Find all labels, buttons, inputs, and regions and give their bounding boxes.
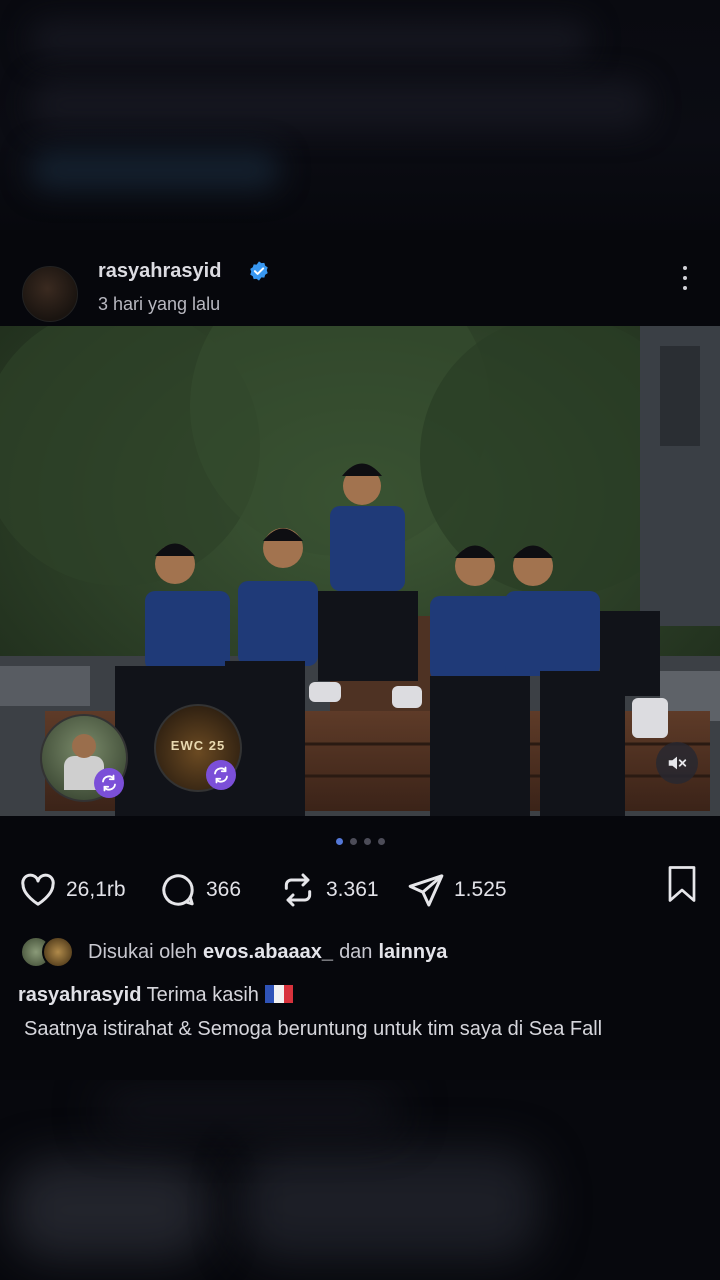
share-icon <box>408 874 444 907</box>
repost-icon <box>284 873 312 907</box>
share-count: 1.525 <box>454 878 507 901</box>
action-bar: 26,1rb 366 3.361 1.525 <box>0 864 720 920</box>
mute-icon[interactable] <box>656 742 698 784</box>
liked-by-others[interactable]: lainnya <box>378 941 447 964</box>
comment-count: 366 <box>206 878 242 901</box>
repost-count: 3.361 <box>326 878 379 901</box>
repost-badge-icon <box>206 760 236 790</box>
liked-by-user[interactable]: evos.abaaax_ <box>203 941 333 964</box>
carousel-indicator <box>0 838 720 852</box>
carousel-dot <box>363 838 371 845</box>
caption-username[interactable]: rasyahrasyid <box>18 984 141 1006</box>
blurred-background-top <box>0 0 720 230</box>
comment-icon <box>162 874 194 906</box>
carousel-dot-active <box>335 838 343 845</box>
france-flag-icon <box>264 980 293 1003</box>
bookmark-icon[interactable] <box>664 864 700 904</box>
more-icon[interactable] <box>676 266 694 300</box>
verified-icon <box>250 261 268 281</box>
post-caption: rasyahrasyid Terima kasih Saatnya istira… <box>18 978 698 1046</box>
caption-line2: Saatnya istirahat & Semoga beruntung unt… <box>24 1018 603 1040</box>
liker-avatar <box>42 936 74 968</box>
caption-line1: Terima kasih <box>146 984 259 1006</box>
like-count: 26,1rb <box>66 878 126 901</box>
post-header: rasyahrasyid 3 hari yang lalu <box>0 248 720 324</box>
repost-button[interactable]: 3.361 <box>278 870 379 910</box>
carousel-dot <box>349 838 357 845</box>
avatar[interactable] <box>22 266 78 322</box>
comment-button[interactable]: 366 <box>158 870 241 910</box>
post-time: 3 hari yang lalu <box>98 294 221 314</box>
liked-by[interactable]: Disukai oleh evos.abaaax_ dan lainnya <box>20 934 447 970</box>
carousel-dot <box>377 838 385 845</box>
post-username[interactable]: rasyahrasyid <box>98 260 221 283</box>
blurred-background-bottom <box>0 1080 720 1280</box>
liked-by-connector: dan <box>339 940 373 963</box>
like-button[interactable]: 26,1rb <box>18 870 126 910</box>
repost-badge-icon <box>94 768 124 798</box>
liked-by-prefix: Disukai oleh <box>88 940 197 963</box>
story-bubble-label: EWC 25 <box>170 738 226 753</box>
heart-icon <box>21 873 55 906</box>
share-button[interactable]: 1.525 <box>406 870 507 910</box>
